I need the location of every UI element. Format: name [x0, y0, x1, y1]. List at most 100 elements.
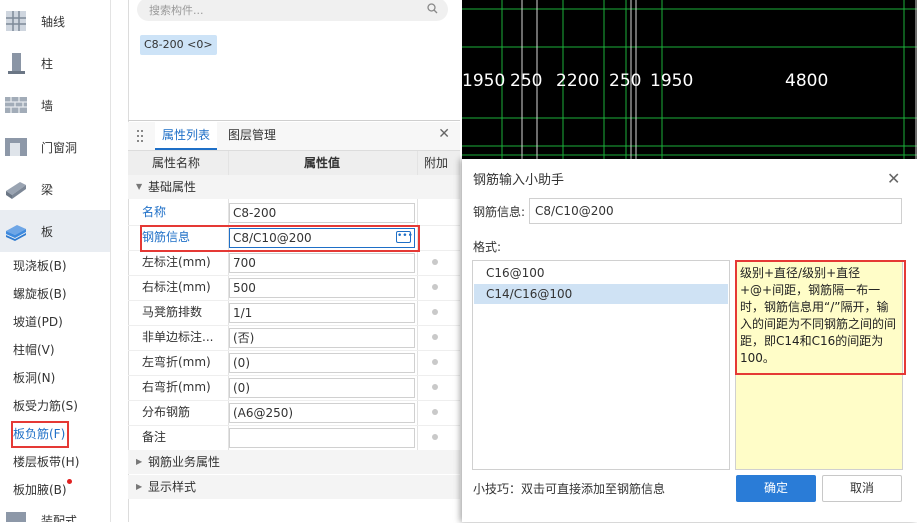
extra-flag-dot[interactable] — [432, 359, 438, 365]
dialog-title: 钢筋输入小助手 — [473, 173, 565, 188]
sub-item-slab-haunch[interactable]: 板加腋(B) — [13, 480, 67, 500]
extra-flag-dot[interactable] — [432, 409, 438, 415]
close-icon[interactable]: ✕ — [887, 169, 900, 188]
property-name: 马凳筋排数 — [142, 305, 203, 319]
highlight-box — [11, 421, 69, 448]
component-nav: 轴线 柱 墙 门窗洞 梁 板 现浇板(B) 螺旋板(B) 坡道(PD) 柱帽(V… — [0, 0, 111, 522]
sub-item-ramp[interactable]: 坡道(PD) — [13, 312, 63, 332]
property-value-input[interactable]: (0) — [229, 378, 415, 398]
sub-item-cast-slab[interactable]: 现浇板(B) — [13, 256, 67, 276]
section-basic-properties[interactable]: ▼ 基础属性 — [128, 175, 460, 199]
format-list-item-selected[interactable]: C14/C16@100 — [474, 284, 728, 304]
rebar-input-helper-dialog: 钢筋输入小助手 ✕ 钢筋信息: C8/C10@200 格式: C16@100 C… — [462, 159, 917, 522]
section-rebar-business[interactable]: ▶ 钢筋业务属性 — [128, 450, 460, 474]
highlight-box — [735, 260, 906, 375]
property-row: 左弯折(mm) (0) — [128, 350, 460, 376]
format-list-item[interactable]: C16@100 — [474, 263, 728, 283]
search-input[interactable] — [147, 0, 411, 20]
property-value-input[interactable]: (A6@250) — [229, 403, 415, 423]
column-header-name: 属性名称 — [152, 156, 201, 170]
property-value-input[interactable]: 1/1 — [229, 303, 415, 323]
component-search[interactable] — [137, 0, 448, 21]
sub-item-slab-opening[interactable]: 板洞(N) — [13, 368, 55, 388]
nav-item-prefab[interactable]: 装配式 — [0, 508, 110, 522]
property-name: 名称 — [142, 205, 167, 219]
tab-layer-management[interactable]: 图层管理 — [228, 122, 276, 148]
extra-flag-dot[interactable] — [432, 434, 438, 440]
component-chip[interactable]: C8-200 <0> — [140, 35, 217, 55]
column-header-extra: 附加 — [424, 156, 449, 170]
property-name: 备注 — [142, 430, 167, 444]
property-name: 分布钢筋 — [142, 405, 191, 419]
nav-item-beam[interactable]: 梁 — [0, 168, 110, 210]
property-name: 左弯折(mm) — [142, 355, 211, 369]
section-title: 基础属性 — [148, 180, 197, 194]
property-value-input[interactable]: (0) — [229, 353, 415, 373]
expand-arrow-icon: ▶ — [136, 482, 143, 491]
nav-item-wall[interactable]: 墙 — [0, 84, 110, 126]
new-indicator-dot — [67, 479, 72, 484]
format-list[interactable]: C16@100 C14/C16@100 — [472, 260, 730, 470]
property-row: 马凳筋排数 1/1 — [128, 300, 460, 326]
slab-icon — [6, 225, 26, 241]
nav-item-label: 板 — [41, 224, 54, 239]
property-value-input[interactable]: 500 — [229, 278, 415, 298]
grid-axis-icon — [6, 11, 26, 31]
nav-item-slab[interactable]: 板 — [0, 210, 110, 252]
sub-item-spiral-slab[interactable]: 螺旋板(B) — [13, 284, 67, 304]
format-label: 格式: — [473, 240, 502, 254]
drag-handle-icon[interactable] — [137, 130, 143, 142]
prefab-icon — [6, 512, 26, 522]
dimension-label: 250 — [510, 71, 543, 91]
wall-icon — [5, 97, 27, 113]
extra-flag-dot[interactable] — [432, 334, 438, 340]
section-title: 显示样式 — [148, 480, 197, 494]
extra-flag-dot[interactable] — [432, 259, 438, 265]
property-row: 右标注(mm) 500 — [128, 275, 460, 301]
dimension-label: 250 — [609, 71, 642, 91]
property-value-input[interactable]: C8-200 — [229, 203, 415, 223]
property-value-input[interactable]: (否) — [229, 328, 415, 348]
nav-item-label: 轴线 — [41, 14, 66, 29]
extra-flag-dot[interactable] — [432, 284, 438, 290]
dimension-label: 4800 — [785, 71, 829, 91]
nav-item-label: 梁 — [41, 182, 54, 197]
nav-item-label: 柱 — [41, 56, 54, 71]
property-name: 左标注(mm) — [142, 255, 211, 269]
search-icon — [427, 3, 438, 14]
property-row: 右弯折(mm) (0) — [128, 375, 460, 401]
rebar-info-label: 钢筋信息: — [473, 205, 526, 219]
dimension-label: 2200 — [556, 71, 600, 91]
extra-flag-dot[interactable] — [432, 384, 438, 390]
property-value-input[interactable]: 700 — [229, 253, 415, 273]
nav-item-label: 门窗洞 — [41, 140, 78, 155]
property-row: 左标注(mm) 700 — [128, 250, 460, 276]
close-icon[interactable]: ✕ — [438, 126, 450, 142]
dimension-label: 1950 — [462, 71, 506, 91]
nav-item-axis[interactable]: 轴线 — [0, 0, 110, 42]
nav-item-door-window[interactable]: 门窗洞 — [0, 126, 110, 168]
highlight-box — [140, 225, 420, 252]
property-name: 右标注(mm) — [142, 280, 211, 294]
collapse-arrow-icon: ▼ — [136, 182, 143, 191]
column-header-value: 属性值 — [303, 156, 340, 170]
tip-text: 小技巧：双击可直接添加至钢筋信息 — [473, 482, 666, 496]
door-window-icon — [5, 138, 27, 156]
section-title: 钢筋业务属性 — [148, 455, 221, 469]
cancel-button[interactable]: 取消 — [822, 475, 902, 502]
ok-button[interactable]: 确定 — [736, 475, 816, 502]
sub-item-floor-strip[interactable]: 楼层板带(H) — [13, 452, 79, 472]
tab-property-list[interactable]: 属性列表 — [155, 122, 217, 150]
rebar-info-input[interactable]: C8/C10@200 — [529, 198, 902, 224]
sub-item-slab-stress-bar[interactable]: 板受力筋(S) — [13, 396, 78, 416]
property-value-input[interactable] — [229, 428, 415, 448]
nav-item-label: 装配式 — [41, 514, 78, 522]
section-display-style[interactable]: ▶ 显示样式 — [128, 475, 460, 499]
sub-item-column-cap[interactable]: 柱帽(V) — [13, 340, 55, 360]
property-name: 非单边标注... — [142, 330, 214, 344]
property-row: 分布钢筋 (A6@250) — [128, 400, 460, 426]
column-icon — [8, 53, 25, 74]
nav-item-column[interactable]: 柱 — [0, 42, 110, 84]
property-row: 非单边标注... (否) — [128, 325, 460, 351]
extra-flag-dot[interactable] — [432, 309, 438, 315]
